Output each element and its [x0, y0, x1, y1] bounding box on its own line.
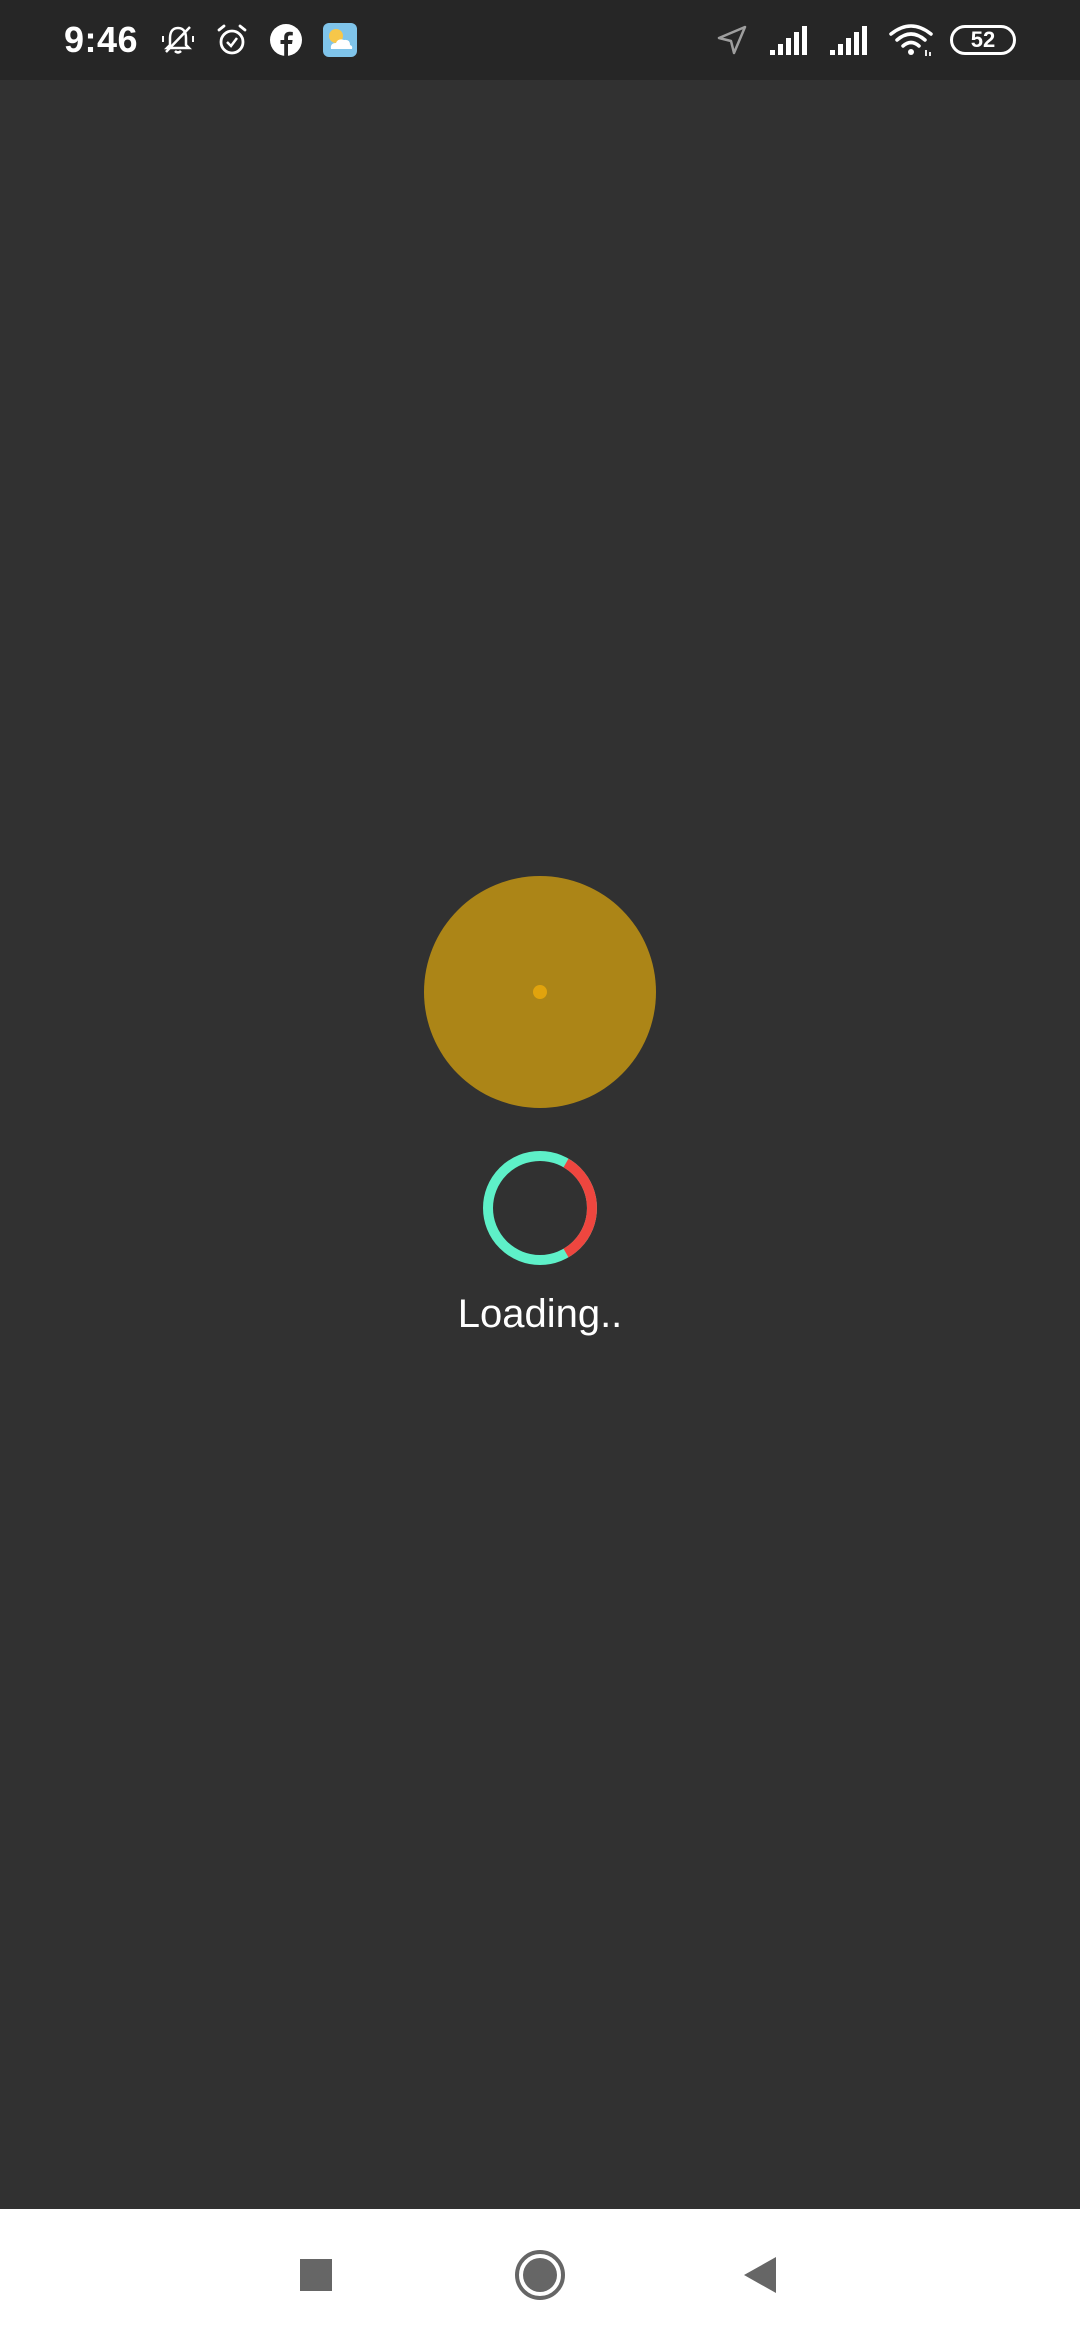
- status-bar-right: 52: [712, 0, 1016, 80]
- battery-level: 52: [970, 27, 996, 52]
- navigation-bar: [0, 2209, 1080, 2340]
- wifi-icon: [888, 20, 934, 60]
- silent-bell-icon: [158, 20, 198, 60]
- signal-icon: [828, 20, 872, 60]
- home-circle-icon: [515, 2249, 565, 2300]
- battery-indicator: 52: [950, 25, 1016, 55]
- signal-icon: [768, 20, 812, 60]
- back-button[interactable]: [700, 2209, 820, 2340]
- logo-center-dot: [533, 985, 547, 999]
- status-bar-left: 9:46: [64, 0, 360, 80]
- recents-square-icon: [300, 2258, 332, 2291]
- facebook-icon: [266, 20, 306, 60]
- app-screen: 9:46 52 Loading..: [0, 0, 1080, 2340]
- loading-screen: Loading..: [0, 80, 1080, 2209]
- status-time: 9:46: [64, 19, 139, 60]
- loading-spinner: [483, 1151, 597, 1265]
- alarm-icon: [212, 20, 252, 60]
- app-logo-circle: [424, 876, 656, 1108]
- status-bar: 9:46 52: [0, 0, 1080, 80]
- loading-label: Loading..: [457, 1292, 623, 1336]
- home-button[interactable]: [480, 2209, 600, 2340]
- recents-button[interactable]: [256, 2209, 376, 2340]
- location-icon: [712, 20, 752, 60]
- weather-icon: [320, 20, 360, 60]
- back-triangle-icon: [744, 2256, 776, 2293]
